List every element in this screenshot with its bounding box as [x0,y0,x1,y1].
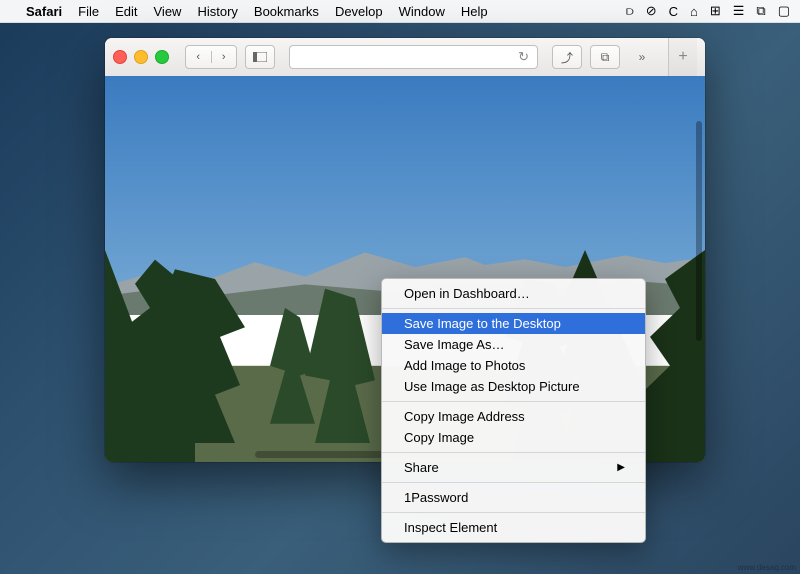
ctx-1password[interactable]: 1Password [382,487,645,508]
back-button[interactable]: ‹ [186,51,212,63]
menu-view[interactable]: View [154,4,182,19]
grid-icon[interactable]: ⊞ [710,3,721,19]
close-button[interactable] [113,50,127,64]
ctx-use-as-desktop[interactable]: Use Image as Desktop Picture [382,376,645,397]
submenu-arrow-icon: ▶ [617,462,625,473]
titlebar: ‹ › ↻ ⤴ ⧉ » + [105,38,705,77]
menu-list-icon[interactable]: ☰ [733,3,745,19]
menu-bookmarks[interactable]: Bookmarks [254,4,319,19]
ctx-copy-image[interactable]: Copy Image [382,427,645,448]
vertical-scrollbar[interactable] [696,121,702,341]
more-button[interactable]: » [628,46,656,68]
reload-icon[interactable]: ↻ [518,49,529,65]
ctx-separator [382,308,645,309]
ctx-share[interactable]: Share▶ [382,457,645,478]
ctx-separator [382,401,645,402]
ctx-add-to-photos[interactable]: Add Image to Photos [382,355,645,376]
fullscreen-button[interactable] [155,50,169,64]
menu-history[interactable]: History [197,4,237,19]
menubar: Safari File Edit View History Bookmarks … [0,0,800,23]
back-forward-buttons[interactable]: ‹ › [185,45,237,69]
new-tab-button[interactable]: + [668,38,697,76]
tabs-overview-button[interactable]: ⧉ [590,45,620,69]
watermark: www.desaq.com [738,563,796,572]
ctx-separator [382,512,645,513]
context-menu: Open in Dashboard… Save Image to the Des… [381,278,646,543]
ctx-open-dashboard[interactable]: Open in Dashboard… [382,283,645,304]
ctx-separator [382,482,645,483]
ctx-inspect-element[interactable]: Inspect Element [382,517,645,538]
menu-file[interactable]: File [78,4,99,19]
minimize-button[interactable] [134,50,148,64]
home-icon[interactable]: ⌂ [690,4,698,19]
menu-edit[interactable]: Edit [115,4,137,19]
ctx-separator [382,452,645,453]
airplay-icon[interactable]: ▢ [778,3,790,19]
menubar-extras: ⫐ ⊘ C ⌂ ⊞ ☰ ⧉ ▢ [626,3,790,19]
ctx-save-image-as[interactable]: Save Image As… [382,334,645,355]
wifi-icon[interactable]: ⧉ [756,3,765,19]
dropbox-icon[interactable]: ⫐ [626,3,634,19]
traffic-lights [113,50,169,64]
forward-button[interactable]: › [212,51,237,63]
address-bar[interactable]: ↻ [289,45,538,69]
menu-develop[interactable]: Develop [335,4,383,19]
ctx-copy-image-address[interactable]: Copy Image Address [382,406,645,427]
share-button[interactable]: ⤴ [552,45,582,69]
refresh-menu-icon[interactable]: C [669,4,678,19]
menu-window[interactable]: Window [399,4,445,19]
sidebar-button[interactable] [245,45,275,69]
app-menu[interactable]: Safari [26,4,62,19]
ctx-save-image-desktop[interactable]: Save Image to the Desktop [382,313,645,334]
noscript-icon[interactable]: ⊘ [646,3,657,19]
menu-help[interactable]: Help [461,4,488,19]
